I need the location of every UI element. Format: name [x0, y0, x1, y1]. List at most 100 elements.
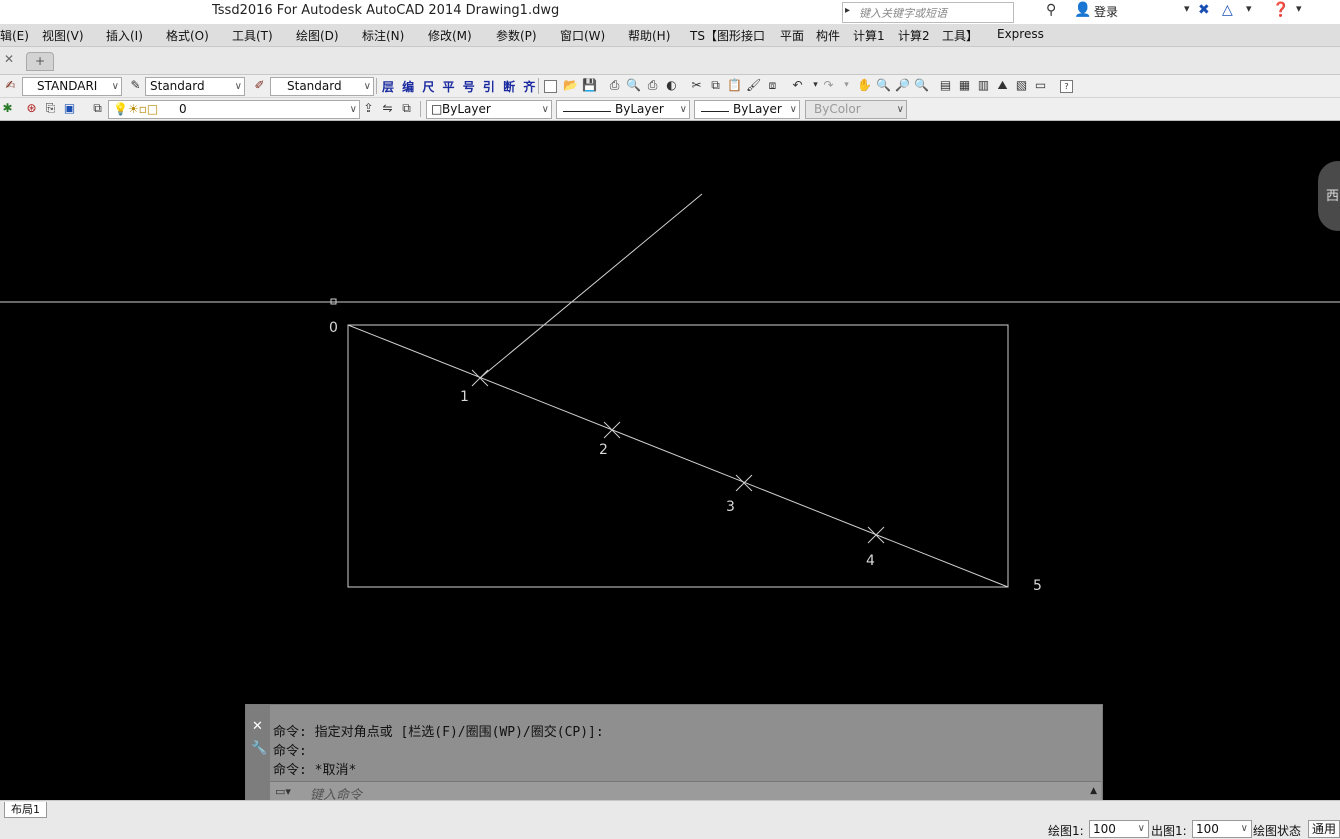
dropdown-arrow-icon[interactable]: ▾ [1184, 2, 1190, 15]
command-history-line: 命令: 指定对角点或 [栏选(F)/圈围(WP)/圈交(CP)]: [273, 725, 604, 740]
design-center-icon[interactable]: ▦ [957, 78, 972, 93]
redo-icon[interactable]: ↷ [821, 78, 836, 93]
cut-icon[interactable]: ✂ [689, 78, 704, 93]
exchange-icon[interactable]: ✖ [1198, 2, 1210, 18]
text-style-select[interactable]: STANDARI ∨ [22, 77, 122, 96]
menu-modify[interactable]: 修改(M) [428, 27, 472, 44]
menu-express[interactable]: Express [997, 27, 1044, 41]
copy-icon[interactable]: ⧉ [708, 78, 723, 93]
chevron-down-icon[interactable]: ▾ [839, 78, 854, 93]
dropdown-arrow-icon[interactable]: ▾ [1296, 2, 1302, 15]
chevron-down-icon: ∨ [541, 104, 549, 115]
menu-ts-interface[interactable]: TS【图形接口 [690, 27, 765, 44]
menu-format[interactable]: 格式(O) [166, 27, 209, 44]
drawing-canvas[interactable]: 0 1 2 3 4 5 西 [0, 121, 1340, 800]
layer-previous-icon[interactable]: ⇋ [380, 101, 395, 116]
color-select[interactable]: □ ByLayer ∨ [426, 100, 552, 119]
undo-icon[interactable]: ↶ [790, 78, 805, 93]
chevron-down-icon: ∨ [1137, 823, 1145, 834]
wrench-icon[interactable]: 🔧 [251, 741, 267, 756]
recent-commands-arrow-icon[interactable]: ▲ [1090, 786, 1097, 796]
lineweight-select[interactable]: ByLayer ∨ [694, 100, 800, 119]
menu-tools[interactable]: 工具(T) [232, 27, 273, 44]
viewcube[interactable]: 西 [1318, 161, 1340, 231]
new-file-icon[interactable] [544, 80, 557, 93]
expand-arrow-icon[interactable]: ▸ [845, 5, 850, 16]
menu-calc1[interactable]: 计算1 [853, 27, 885, 44]
layer-match-icon[interactable]: ⧉ [399, 101, 414, 116]
save-icon[interactable]: 💾 [582, 78, 597, 93]
plot-scale-select[interactable]: 100 ∨ [1192, 820, 1252, 838]
zoom-window-icon[interactable]: 🔎 [895, 78, 910, 93]
menu-edit[interactable]: 辑(E) [0, 27, 29, 44]
tssd-icon[interactable]: ✱ [0, 101, 15, 116]
properties-icon[interactable]: ▤ [938, 78, 953, 93]
layer-manager-icon[interactable]: ▣ [62, 101, 77, 116]
make-current-icon[interactable]: ⇪ [361, 101, 376, 116]
pan-icon[interactable]: ✋ [857, 78, 872, 93]
command-prompt-icon[interactable]: ▭▾ [275, 785, 291, 798]
table-style-icon[interactable]: ✐ [252, 78, 267, 93]
menu-help[interactable]: 帮助(H) [628, 27, 670, 44]
menu-plan[interactable]: 平面 [780, 27, 804, 44]
quickcalc-icon[interactable]: ▭ [1033, 78, 1048, 93]
menu-calc2[interactable]: 计算2 [898, 27, 930, 44]
inclined-line[interactable] [479, 193, 703, 379]
tool-palettes-icon[interactable]: ▥ [976, 78, 991, 93]
block-editor-icon[interactable]: ⧈ [765, 78, 780, 93]
print-icon[interactable]: ⎙ [607, 78, 622, 93]
menu-window[interactable]: 窗口(W) [560, 27, 605, 44]
menu-dimension[interactable]: 标注(N) [362, 27, 404, 44]
table-style-select[interactable]: Standard ∨ [270, 77, 374, 96]
menu-view[interactable]: 视图(V) [42, 27, 84, 44]
menu-insert[interactable]: 插入(I) [106, 27, 143, 44]
linetype-select[interactable]: ByLayer ∨ [556, 100, 690, 119]
user-icon[interactable]: 👤 [1074, 2, 1091, 18]
menu-parametric[interactable]: 参数(P) [496, 27, 537, 44]
print-preview-icon[interactable]: 🔍 [626, 78, 641, 93]
menu-component[interactable]: 构件 [816, 27, 840, 44]
command-history-line: 命令: *取消* [273, 763, 357, 778]
binoculars-icon[interactable]: ⚲ [1046, 2, 1056, 18]
command-panel-handle[interactable]: ✕ 🔧 [246, 705, 270, 803]
drawing-svg [0, 193, 1340, 588]
layer-state-icon[interactable]: ⊛ [24, 101, 39, 116]
3d-dwf-icon[interactable]: ◐ [664, 78, 679, 93]
layer-state-icons: 💡☀▫□ [113, 102, 159, 116]
dropdown-arrow-icon[interactable]: ▾ [1246, 2, 1252, 15]
menu-tools-ts[interactable]: 工具】 [942, 27, 978, 44]
help-search-input[interactable]: ▸ 键入关键字或短语 [842, 2, 1014, 23]
paste-icon[interactable]: 📋 [727, 78, 742, 93]
title-bar: Tssd2016 For Autodesk AutoCAD 2014 Drawi… [0, 0, 1340, 24]
zoom-previous-icon[interactable]: 🔍 [914, 78, 929, 93]
new-tab-button[interactable]: + [26, 52, 54, 71]
sheet-set-icon[interactable]: ⛰ [995, 78, 1010, 93]
zoom-realtime-icon[interactable]: 🔍 [876, 78, 891, 93]
publish-icon[interactable]: ⎙ [645, 78, 660, 93]
layer-name: 0 [179, 102, 187, 116]
layer-tool-icon[interactable]: ⎘ [43, 101, 58, 116]
point-label-3: 3 [726, 499, 735, 515]
text-style-icon[interactable]: ✍ [3, 78, 18, 93]
close-icon[interactable]: ✕ [252, 719, 263, 734]
sign-in-link[interactable]: 登录 [1094, 3, 1118, 20]
general-mode-button[interactable]: 通用 [1308, 820, 1340, 838]
chevron-down-icon: ∨ [679, 104, 687, 115]
dim-style-select[interactable]: Standard ∨ [145, 77, 245, 96]
ts-quick-buttons[interactable]: 层 编 尺 平 号 引 断 齐 [382, 78, 537, 95]
open-folder-icon[interactable]: 📂 [563, 78, 578, 93]
diagonal-line[interactable] [347, 324, 1009, 588]
dim-style-icon[interactable]: ✎ [128, 78, 143, 93]
match-properties-icon[interactable]: 🖌 [746, 78, 761, 93]
markup-icon[interactable]: ▧ [1014, 78, 1029, 93]
layer-properties-icon[interactable]: ⧉ [90, 101, 105, 116]
help-icon[interactable]: ❓ [1272, 2, 1289, 18]
help-icon[interactable]: ? [1060, 80, 1073, 93]
layout-tab[interactable]: 布局1 [4, 802, 47, 818]
close-tab-icon[interactable]: ✕ [0, 52, 18, 70]
drawing-state-label[interactable]: 绘图状态 [1253, 822, 1301, 839]
layer-select[interactable]: 💡☀▫□ 0 ∨ [108, 100, 360, 119]
menu-draw[interactable]: 绘图(D) [296, 27, 339, 44]
draw-scale-select[interactable]: 100 ∨ [1089, 820, 1149, 838]
autodesk-360-icon[interactable]: △ [1222, 2, 1233, 18]
